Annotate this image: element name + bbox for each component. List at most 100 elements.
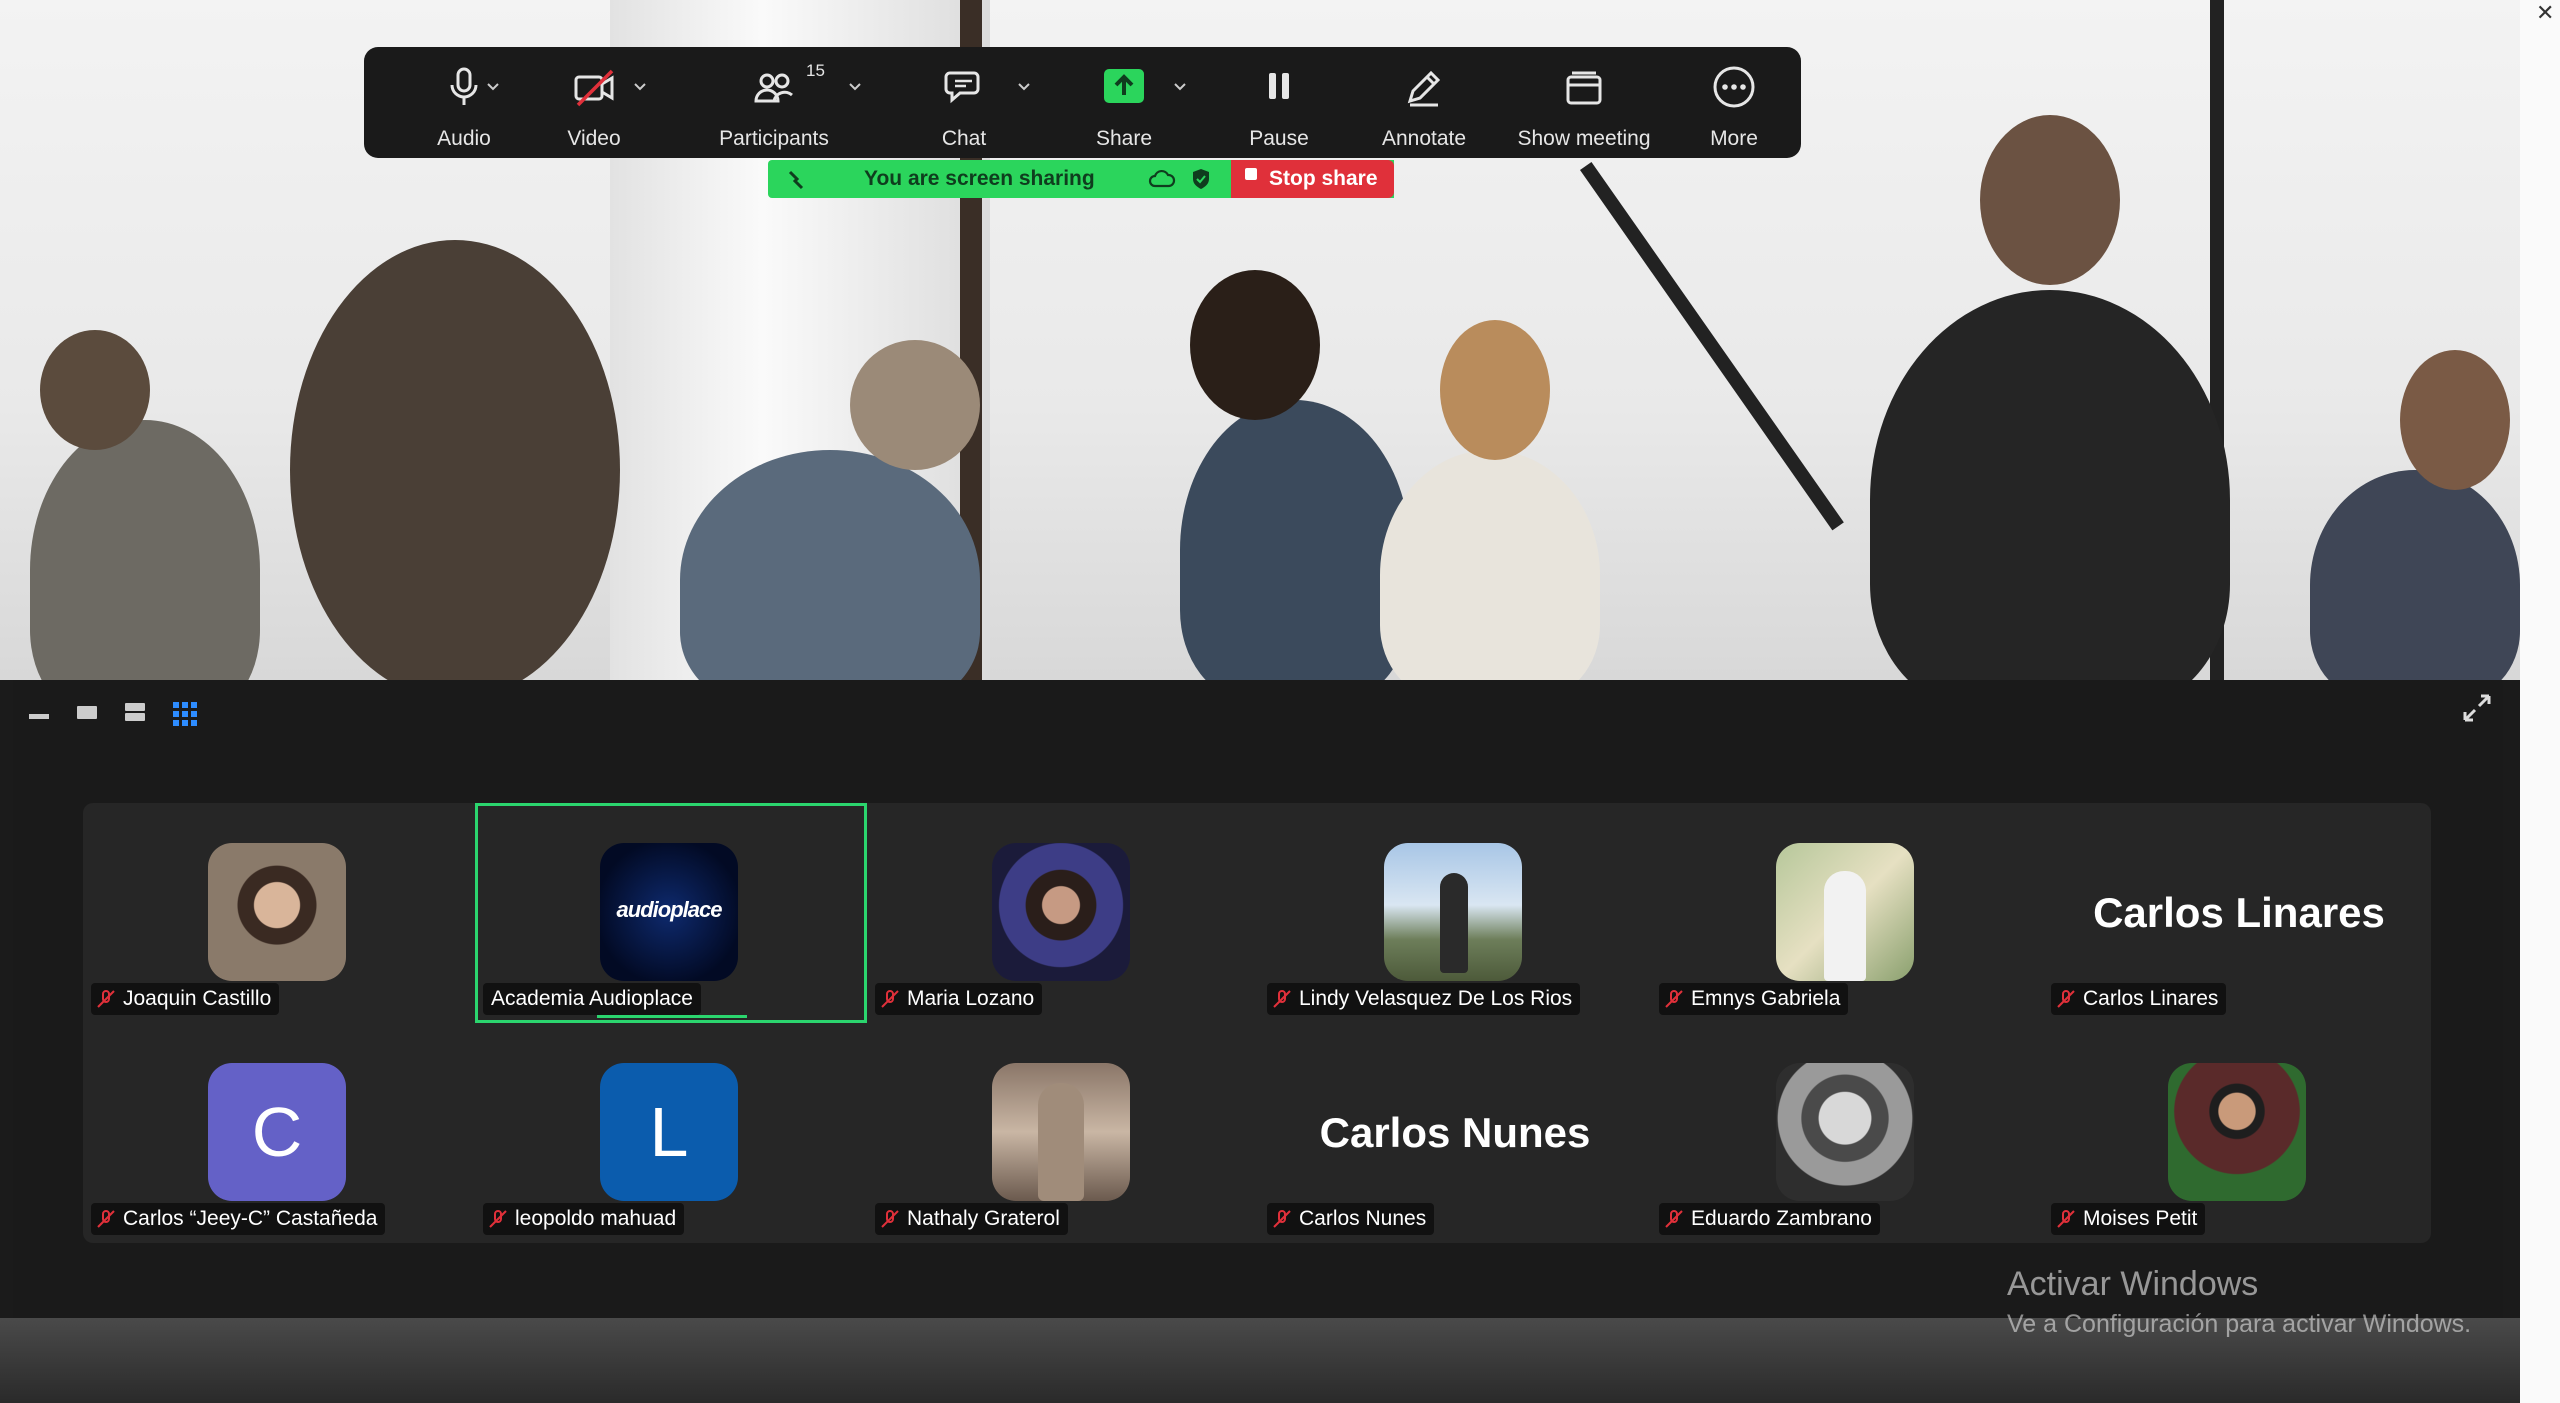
avatar bbox=[1384, 843, 1522, 981]
mic-muted-icon bbox=[881, 990, 899, 1008]
participant-name: Eduardo Zambrano bbox=[1691, 1207, 1872, 1230]
screen-sharing-status: You are screen sharing bbox=[864, 167, 1095, 190]
annotate-button[interactable]: Annotate bbox=[1354, 47, 1494, 158]
participant-name: Lindy Velasquez De Los Rios bbox=[1299, 987, 1573, 1010]
mic-muted-icon bbox=[97, 1210, 115, 1228]
person-silhouette bbox=[1380, 450, 1600, 680]
window-edge bbox=[2520, 0, 2560, 1403]
audioplace-logo: audioplace bbox=[616, 897, 723, 922]
participants-button[interactable]: 15 Participants bbox=[704, 47, 844, 158]
participant-tile[interactable]: Nathaly Graterol bbox=[867, 1023, 1259, 1243]
audio-button[interactable]: Audio bbox=[404, 47, 524, 158]
participant-name: Nathaly Graterol bbox=[907, 1207, 1060, 1230]
avatar-figure bbox=[1038, 1083, 1084, 1201]
cloud-icon bbox=[1148, 169, 1176, 188]
mic-muted-icon bbox=[2057, 990, 2075, 1008]
person-head bbox=[1980, 115, 2120, 285]
chevron-down-icon[interactable] bbox=[1015, 77, 1033, 95]
avatar-figure bbox=[1824, 871, 1866, 981]
mic-muted-icon bbox=[2057, 1210, 2075, 1228]
participants-label: Participants bbox=[719, 127, 829, 150]
show-meeting-button[interactable]: Show meeting bbox=[1494, 47, 1674, 158]
participant-name-tag: leopoldo mahuad bbox=[483, 1203, 685, 1235]
mic-muted-icon bbox=[97, 990, 115, 1008]
video-gallery-panel: Joaquin Castillo audioplace Academia Aud… bbox=[13, 680, 2503, 1318]
person-silhouette bbox=[2310, 470, 2520, 680]
stop-share-button[interactable]: Stop share bbox=[1231, 160, 1394, 198]
stop-icon bbox=[1245, 168, 1257, 180]
show-meeting-label: Show meeting bbox=[1517, 127, 1651, 150]
video-button[interactable]: Video bbox=[534, 47, 654, 158]
participant-tile[interactable]: Lindy Velasquez De Los Rios bbox=[1259, 803, 1651, 1023]
windows-activation-title: Activar Windows bbox=[2007, 1265, 2259, 1303]
participant-name-tag: Lindy Velasquez De Los Rios bbox=[1267, 983, 1581, 1015]
pause-icon bbox=[1269, 73, 1289, 99]
more-icon bbox=[1713, 66, 1755, 108]
mic-muted-icon bbox=[1665, 990, 1683, 1008]
participant-name: Academia Audioplace bbox=[491, 987, 693, 1010]
chat-button[interactable]: Chat bbox=[904, 47, 1024, 158]
drag-handle-icon[interactable] bbox=[786, 168, 808, 190]
avatar-initial: C bbox=[251, 1093, 303, 1171]
mic-muted-icon bbox=[489, 1210, 507, 1228]
person-head bbox=[1190, 270, 1320, 420]
participant-tile[interactable]: L leopoldo mahuad bbox=[475, 1023, 867, 1243]
avatar-figure bbox=[1440, 873, 1468, 973]
person-silhouette bbox=[290, 240, 620, 680]
chevron-down-icon[interactable] bbox=[1171, 77, 1189, 95]
chevron-down-icon[interactable] bbox=[484, 77, 502, 95]
person-head bbox=[1440, 320, 1550, 460]
participants-icon bbox=[754, 73, 793, 103]
video-off-icon bbox=[574, 69, 614, 107]
minimize-view-icon[interactable] bbox=[27, 700, 51, 724]
pause-label: Pause bbox=[1249, 127, 1309, 150]
avatar: audioplace bbox=[600, 843, 738, 981]
avatar bbox=[992, 843, 1130, 981]
participants-count: 15 bbox=[806, 61, 825, 80]
participant-name: Maria Lozano bbox=[907, 987, 1035, 1010]
share-screen-icon bbox=[1104, 69, 1144, 103]
chevron-down-icon[interactable] bbox=[846, 77, 864, 95]
share-button[interactable]: Share bbox=[1064, 47, 1184, 158]
participant-name: Carlos Nunes bbox=[1299, 1207, 1427, 1230]
mic-muted-icon bbox=[1665, 1210, 1683, 1228]
participant-tile[interactable]: Carlos Nunes Carlos Nunes bbox=[1259, 1023, 1651, 1243]
participant-tile[interactable]: Moises Petit bbox=[2043, 1023, 2435, 1243]
participant-tile[interactable]: C Carlos “Jeey-C” Castañeda bbox=[83, 1023, 475, 1243]
single-view-icon[interactable] bbox=[75, 700, 99, 724]
participant-name-tag: Academia Audioplace bbox=[483, 983, 701, 1015]
participant-display-name: Carlos Linares bbox=[2093, 889, 2385, 936]
participant-name: Joaquin Castillo bbox=[123, 987, 272, 1010]
more-button[interactable]: More bbox=[1684, 47, 1784, 158]
participant-tile[interactable]: Joaquin Castillo bbox=[83, 803, 475, 1023]
avatar: L bbox=[600, 1063, 738, 1201]
person-silhouette bbox=[30, 420, 260, 680]
mic-muted-icon bbox=[881, 1210, 899, 1228]
avatar bbox=[1776, 843, 1914, 981]
strip-view-icon[interactable] bbox=[123, 700, 147, 724]
video-label: Video bbox=[567, 127, 621, 150]
gallery-view-icon[interactable] bbox=[171, 700, 199, 728]
participant-name: Emnys Gabriela bbox=[1691, 987, 1841, 1010]
fullscreen-icon[interactable] bbox=[2461, 692, 2493, 724]
participant-name: Moises Petit bbox=[2083, 1207, 2198, 1230]
participant-tile[interactable]: Maria Lozano bbox=[867, 803, 1259, 1023]
mic-muted-icon bbox=[1273, 990, 1291, 1008]
microphone-icon bbox=[450, 67, 478, 105]
boom-pole bbox=[1580, 161, 1844, 531]
participant-name-tag: Carlos Nunes bbox=[1267, 1203, 1435, 1235]
participant-tile[interactable]: Eduardo Zambrano bbox=[1651, 1023, 2043, 1243]
participant-tile[interactable]: Carlos Linares Carlos Linares bbox=[2043, 803, 2435, 1023]
windows-activation-subtitle: Ve a Configuración para activar Windows. bbox=[2007, 1310, 2472, 1338]
chat-icon bbox=[944, 71, 980, 104]
chevron-down-icon[interactable] bbox=[631, 77, 649, 95]
window-icon bbox=[1566, 71, 1602, 105]
close-icon[interactable]: ✕ bbox=[2536, 0, 2554, 26]
participant-name-tag: Joaquin Castillo bbox=[91, 983, 280, 1015]
participant-name-tag: Carlos “Jeey-C” Castañeda bbox=[91, 1203, 386, 1235]
pause-share-button[interactable]: Pause bbox=[1214, 47, 1344, 158]
participant-tile-active-speaker[interactable]: audioplace Academia Audioplace bbox=[475, 803, 867, 1023]
participant-name: Carlos Linares bbox=[2083, 987, 2219, 1010]
participant-tile[interactable]: Emnys Gabriela bbox=[1651, 803, 2043, 1023]
participant-name-tag: Nathaly Graterol bbox=[875, 1203, 1068, 1235]
